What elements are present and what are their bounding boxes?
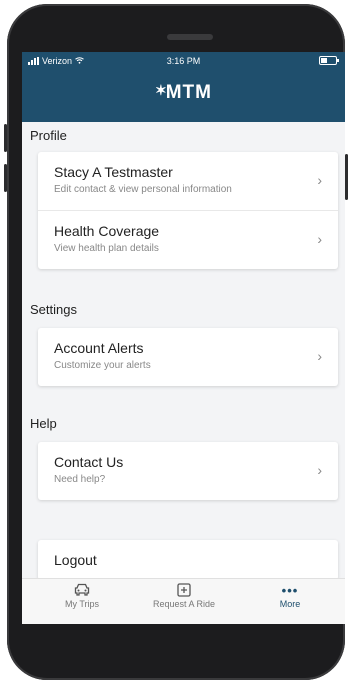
plus-square-icon bbox=[134, 583, 234, 599]
list-item-title: Contact Us bbox=[54, 454, 124, 470]
list-item-contact-us[interactable]: Contact Us Need help? › bbox=[38, 442, 338, 500]
tab-my-trips[interactable]: My Trips bbox=[32, 583, 132, 609]
mtm-logo: ✶MTM bbox=[155, 82, 212, 103]
tab-label: My Trips bbox=[64, 599, 99, 609]
power-button bbox=[345, 154, 348, 200]
logout-button[interactable]: Logout bbox=[38, 540, 338, 580]
list-item-title: Stacy A Testmaster bbox=[54, 164, 173, 180]
list-item-title: Account Alerts bbox=[54, 340, 144, 356]
phone-speaker bbox=[167, 34, 213, 40]
car-icon bbox=[32, 583, 132, 599]
phone-frame: Verizon 3:16 PM ✶MTM Profile Stacy A Tes… bbox=[4, 4, 348, 680]
tab-label: More bbox=[279, 599, 301, 609]
list-item-health-coverage[interactable]: Health Coverage View health plan details… bbox=[38, 211, 338, 269]
logout-label: Logout bbox=[54, 552, 97, 568]
chevron-right-icon: › bbox=[317, 172, 322, 188]
chevron-right-icon: › bbox=[317, 462, 322, 478]
list-item-subtitle: Need help? bbox=[54, 474, 106, 485]
help-card: Contact Us Need help? › bbox=[38, 442, 338, 500]
battery-icon bbox=[319, 56, 339, 65]
list-item-personal-info[interactable]: Stacy A Testmaster Edit contact & view p… bbox=[38, 152, 338, 211]
app-screen: Verizon 3:16 PM ✶MTM Profile Stacy A Tes… bbox=[22, 52, 345, 624]
list-item-subtitle: Edit contact & view personal information bbox=[54, 184, 232, 195]
status-time: 3:16 PM bbox=[166, 56, 201, 66]
more-dots-icon: ••• bbox=[281, 583, 299, 598]
tab-request-ride[interactable]: Request A Ride bbox=[134, 583, 234, 609]
list-item-subtitle: Customize your alerts bbox=[54, 360, 151, 371]
tab-label: Request A Ride bbox=[152, 599, 216, 609]
section-title-settings: Settings bbox=[30, 302, 77, 317]
volume-button bbox=[4, 164, 7, 192]
list-item-account-alerts[interactable]: Account Alerts Customize your alerts › bbox=[38, 328, 338, 386]
status-bar: Verizon 3:16 PM bbox=[22, 52, 345, 70]
tab-more[interactable]: ••• More bbox=[240, 583, 340, 609]
chevron-right-icon: › bbox=[317, 231, 322, 247]
volume-button bbox=[4, 124, 7, 152]
settings-card: Account Alerts Customize your alerts › bbox=[38, 328, 338, 386]
list-item-title: Health Coverage bbox=[54, 223, 160, 239]
app-header: Verizon 3:16 PM ✶MTM bbox=[22, 52, 345, 122]
logout-card: Logout bbox=[38, 540, 338, 580]
bottom-nav: My Trips Request A Ride ••• More bbox=[22, 578, 345, 624]
section-title-help: Help bbox=[30, 416, 57, 431]
profile-card: Stacy A Testmaster Edit contact & view p… bbox=[38, 152, 338, 269]
list-item-subtitle: View health plan details bbox=[54, 243, 159, 254]
chevron-right-icon: › bbox=[317, 348, 322, 364]
section-title-profile: Profile bbox=[30, 128, 67, 143]
